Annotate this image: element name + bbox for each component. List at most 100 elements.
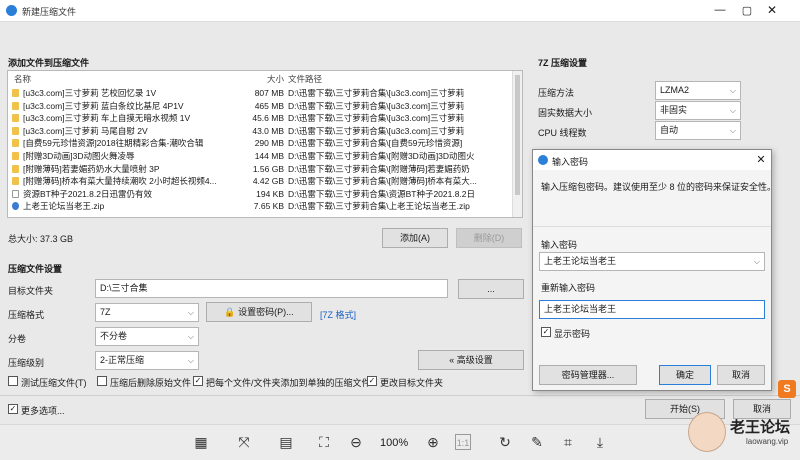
file-size: 43.0 MB — [252, 125, 284, 136]
file-path: D:\迅雷下载\三寸萝莉合集\[u3c3.com]三寸萝莉 — [288, 125, 465, 136]
file-size: 290 MB — [254, 138, 284, 149]
threads-label: CPU 线程数 — [538, 128, 587, 138]
test-label: 测试压缩文件(T) — [21, 378, 87, 388]
window-title: 新建压缩文件 — [22, 7, 77, 17]
crop-icon[interactable]: ⌗ — [560, 434, 576, 450]
each-file-checkbox[interactable]: ✓ — [193, 376, 203, 386]
dialog-ok-button[interactable]: 确定 — [659, 365, 711, 385]
file-path: D:\迅雷下载\三寸萝莉合集\上老王论坛当老王.zip — [288, 201, 470, 212]
password-input[interactable]: 上老王论坛当老王 — [539, 252, 765, 271]
file-size: 144 MB — [254, 151, 284, 161]
col-name[interactable]: 名称 — [14, 73, 224, 85]
folder-icon — [12, 189, 19, 198]
table-row[interactable]: [u3c3.com]三寸萝莉 蓝白条纹比基尼 4P1V 465 MB D:\迅雷下载… — [8, 100, 513, 112]
table-row[interactable]: [附赠薄码]若妻媚药奶水大量喷射 3P 1.56 GB D:\迅雷下载\三寸萝莉合集… — [8, 163, 513, 175]
set-password-label: 设置密码(P)... — [238, 307, 294, 317]
table-row[interactable]: 资源BT种子2021.8.2日迅雷仍有效 194 KB D:\迅雷下载\三寸萝莉合集… — [8, 188, 513, 200]
file-size: 7.65 KB — [253, 201, 284, 212]
table-row[interactable]: [u3c3.com]三寸萝莉 马尾自慰 2V 43.0 MB D:\迅雷下载\三寸萝… — [8, 125, 513, 137]
change-target-checkbox[interactable]: ✓ — [367, 376, 377, 386]
table-row[interactable]: [自费59元珍惜资源]2018往期精彩合集-潮吹合辑 290 MB D:\迅雷下载\… — [8, 137, 513, 149]
add-button[interactable]: 添加(A) — [382, 228, 448, 248]
zoom-in-icon[interactable]: ⊕ — [425, 434, 441, 450]
test-checkbox[interactable] — [8, 376, 18, 386]
file-name: [附赠3D动画]3D动图火舞凌辱 — [23, 151, 135, 161]
solid-select[interactable]: 非固实 — [655, 101, 741, 120]
format-link[interactable]: [7Z 格式] — [320, 308, 356, 321]
file-path: D:\迅雷下载\三寸萝莉合集\[附赠薄码]若妻媚药奶 — [288, 163, 470, 174]
file-list-scrollbar[interactable] — [512, 71, 522, 217]
file-name: 资源BT种子2021.8.2日迅雷仍有效 — [23, 188, 152, 199]
settings-heading: 压缩文件设置 — [8, 264, 63, 274]
translate-icon[interactable]: ▤ — [278, 434, 294, 450]
file-name: [u3c3.com]三寸萝莉 蓝白条纹比基尼 4P1V — [23, 100, 184, 111]
rotate-icon[interactable]: ↻ — [497, 434, 513, 450]
fit-icon[interactable]: ⤧ — [236, 434, 252, 450]
col-path[interactable]: 文件路径 — [288, 73, 510, 85]
file-name: [附赠薄码]桥本有菜大量持续潮吹 2小时超长视频4... — [23, 176, 217, 187]
advanced-button[interactable]: « 高级设置 — [418, 350, 524, 370]
table-row[interactable]: [附赠3D动画]3D动图火舞凌辱 144 MB D:\迅雷下载\三寸萝莉合集\[附赠… — [8, 150, 513, 162]
method-select[interactable]: LZMA2 — [655, 81, 741, 100]
method-label: 压缩方法 — [538, 88, 575, 98]
file-name: [u3c3.com]三寸萝莉 艺校回忆录 1V — [23, 88, 157, 98]
col-size[interactable]: 大小 — [234, 73, 284, 85]
table-row[interactable]: [u3c3.com]三寸萝莉 车上自摸无暗水视频 1V 45.6 MB D:\迅雷下… — [8, 112, 513, 124]
delete-source-checkbox[interactable] — [97, 376, 107, 386]
file-name: 上老王论坛当老王.zip — [23, 201, 105, 212]
edit-icon[interactable]: ✎ — [529, 434, 545, 450]
folder-icon — [12, 126, 19, 135]
file-path: D:\迅雷下载\三寸萝莉合集\[u3c3.com]三寸萝莉 — [288, 88, 465, 98]
show-password-checkbox[interactable]: ✓ — [541, 327, 551, 337]
repassword-label: 重新输入密码 — [541, 283, 596, 293]
zoom-level: 100% — [380, 437, 409, 449]
file-path: D:\迅雷下载\三寸萝莉合集\资源BT种子2021.8.2日 — [288, 188, 476, 199]
repassword-input[interactable]: 上老王论坛当老王 — [539, 300, 765, 319]
watermark-brand: 老王论坛 — [730, 419, 791, 436]
file-name: [自费59元珍惜资源]2018往期精彩合集-潮吹合辑 — [23, 138, 204, 149]
dialog-title: 输入密码 — [552, 157, 589, 167]
browse-button[interactable]: ... — [458, 279, 524, 299]
target-folder-input[interactable]: D:\三寸合集 — [95, 279, 448, 298]
file-size: 465 MB — [254, 100, 284, 111]
file-list-header: 名称 大小 文件路径 — [8, 73, 513, 85]
split-select[interactable]: 不分卷 — [95, 327, 199, 346]
change-target-label: 更改目标文件夹 — [380, 378, 444, 388]
file-path: D:\迅雷下载\三寸萝莉合集\[附赠薄码]桥本有菜大... — [288, 176, 477, 187]
table-row[interactable]: [u3c3.com]三寸萝莉 艺校回忆录 1V 807 MB D:\迅雷下载\三寸萝… — [8, 87, 513, 99]
delete-source-label: 压缩后删除原始文件 — [110, 378, 192, 388]
zoom-out-icon[interactable]: ⊖ — [348, 434, 364, 450]
close-icon[interactable]: ✕ — [765, 3, 779, 17]
dialog-cancel-button[interactable]: 取消 — [717, 365, 765, 385]
minimize-icon[interactable]: — — [713, 4, 727, 18]
table-row[interactable]: [附赠薄码]桥本有菜大量持续潮吹 2小时超长视频4... 4.42 GB D:\迅雷… — [8, 175, 513, 187]
format-select[interactable]: 7Z — [95, 303, 199, 322]
maximize-icon[interactable]: ▢ — [740, 4, 754, 18]
more-options-checkbox[interactable]: ✓ — [8, 404, 18, 414]
dialog-close-icon[interactable]: ✕ — [755, 153, 767, 166]
file-size: 45.6 MB — [252, 113, 284, 124]
password-label: 输入密码 — [541, 240, 578, 250]
more-options-label[interactable]: 更多选项... — [21, 404, 65, 417]
delete-button[interactable]: 删除(D) — [456, 228, 522, 248]
file-name: [u3c3.com]三寸萝莉 车上自摸无暗水视频 1V — [23, 113, 191, 124]
lock-icon: 🔒 — [224, 307, 236, 317]
folder-icon — [12, 177, 19, 186]
set-password-button[interactable]: 🔒 设置密码(P)... — [206, 302, 312, 322]
actual-size-icon[interactable]: 1:1 — [455, 434, 471, 450]
file-path: D:\迅雷下载\三寸萝莉合集\[u3c3.com]三寸萝莉 — [288, 100, 465, 111]
download-icon[interactable]: ⤓ — [592, 434, 608, 450]
file-list[interactable]: 名称 大小 文件路径 [u3c3.com]三寸萝莉 艺校回忆录 1V 807 MB… — [7, 70, 523, 218]
app-icon — [6, 5, 17, 16]
level-select[interactable]: 2-正常压缩 — [95, 351, 199, 370]
threads-select[interactable]: 自动 — [655, 121, 741, 140]
file-size: 4.42 GB — [252, 176, 284, 187]
file-size: 1.56 GB — [252, 163, 284, 174]
fullscreen-icon[interactable]: ⛶ — [316, 434, 332, 450]
title-bar: 新建压缩文件 — ▢ ✕ — [0, 0, 800, 22]
zip-icon — [12, 202, 19, 211]
layout-icon[interactable]: ▦ — [193, 434, 209, 450]
table-row[interactable]: 上老王论坛当老王.zip 7.65 KB D:\迅雷下载\三寸萝莉合集\上老王论坛当… — [8, 200, 513, 212]
password-manager-button[interactable]: 密码管理器... — [539, 365, 637, 385]
show-password-label: 显示密码 — [554, 329, 591, 339]
